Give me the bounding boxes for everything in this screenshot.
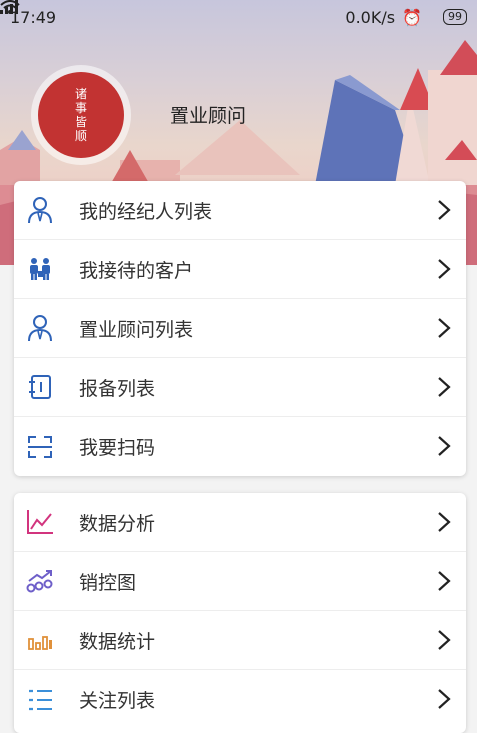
avatar-char: 诸	[74, 87, 87, 101]
line-chart-icon	[26, 508, 54, 536]
menu-item-scan[interactable]: 我要扫码	[14, 417, 466, 476]
customers-icon	[26, 255, 54, 283]
chevron-right-icon	[438, 436, 451, 456]
trend-chart-icon	[26, 567, 54, 595]
avatar-ring[interactable]: 诸 事 皆 顺	[31, 65, 131, 165]
menu-label: 数据分析	[79, 512, 156, 535]
chevron-right-icon	[438, 630, 451, 650]
menu-label: 我的经纪人列表	[79, 200, 213, 223]
report-icon	[26, 373, 54, 401]
role-title: 置业顾问	[170, 105, 247, 127]
chevron-right-icon	[438, 571, 451, 591]
bar-stats-icon	[26, 626, 54, 654]
avatar-char: 事	[74, 101, 87, 115]
menu-label: 关注列表	[79, 690, 156, 712]
chevron-right-icon	[438, 512, 451, 532]
menu-item-data-analysis[interactable]: 数据分析	[14, 493, 466, 552]
menu-card-primary: 我的经纪人列表 我接待的客户 置业顾问列表 报备列表 我要扫码	[14, 181, 466, 476]
menu-card-data: 数据分析 销控图 数据统计 关注列表	[14, 493, 466, 733]
menu-label: 报备列表	[79, 377, 156, 400]
chevron-right-icon	[438, 200, 451, 220]
chevron-right-icon	[438, 259, 451, 279]
menu-label: 我接待的客户	[79, 259, 194, 282]
menu-item-sales-control[interactable]: 销控图	[14, 552, 466, 611]
avatar-char: 皆	[74, 115, 87, 129]
menu-item-follow-list[interactable]: 关注列表	[14, 670, 466, 729]
menu-item-my-agents[interactable]: 我的经纪人列表	[14, 181, 466, 240]
chevron-right-icon	[438, 318, 451, 338]
alarm-icon: ⏰	[402, 7, 422, 27]
chevron-right-icon	[438, 377, 451, 397]
list-icon	[26, 686, 54, 714]
menu-item-reports[interactable]: 报备列表	[14, 358, 466, 417]
menu-item-my-customers[interactable]: 我接待的客户	[14, 240, 466, 299]
menu-item-consultants[interactable]: 置业顾问列表	[14, 299, 466, 358]
menu-item-data-stats[interactable]: 数据统计	[14, 611, 466, 670]
status-bar: 17:49 0.0K/s ⏰ 99	[0, 0, 477, 34]
avatar-char: 顺	[74, 129, 87, 143]
agent-icon	[26, 196, 54, 224]
scan-icon	[26, 433, 54, 461]
chevron-right-icon	[438, 689, 451, 709]
menu-label: 置业顾问列表	[79, 318, 194, 341]
menu-label: 我要扫码	[79, 437, 156, 459]
menu-label: 销控图	[79, 571, 137, 594]
avatar[interactable]: 诸 事 皆 顺	[38, 72, 124, 158]
battery-icon: 99	[443, 9, 467, 25]
consultant-icon	[26, 314, 54, 342]
network-speed: 0.0K/s	[345, 7, 396, 27]
menu-label: 数据统计	[79, 630, 156, 653]
